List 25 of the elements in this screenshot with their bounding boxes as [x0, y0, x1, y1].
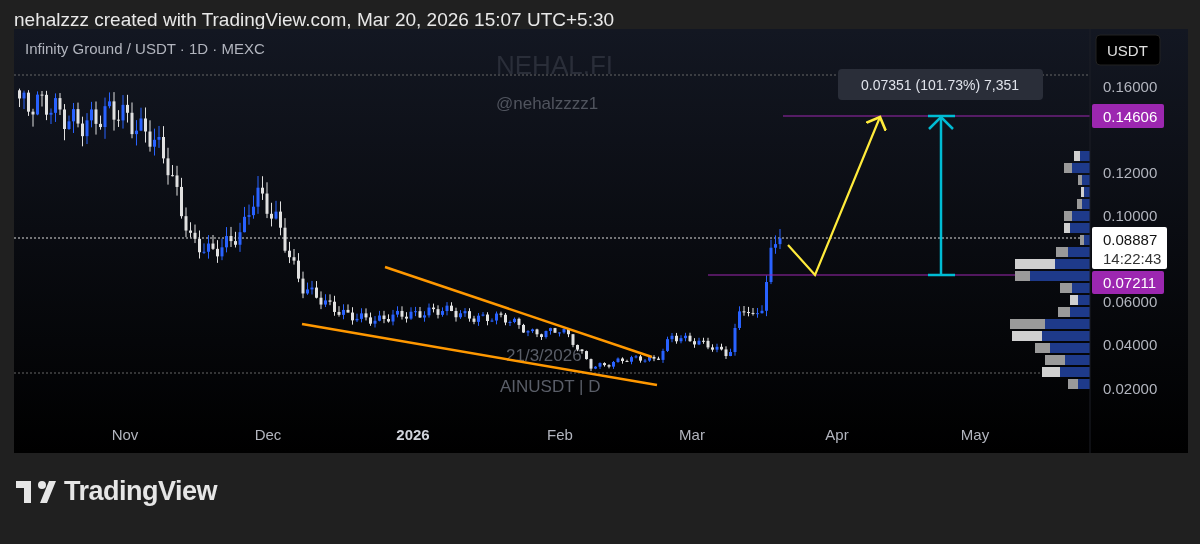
time-tick: Mar — [679, 426, 705, 443]
watermark-text: @nehalzzzz1 — [496, 94, 599, 113]
base-price-label: 0.07211 — [1092, 271, 1164, 294]
time-tick: Dec — [254, 426, 282, 443]
watermark-text: AINUSDT | D — [500, 377, 601, 396]
chart-caption: nehalzzz created with TradingView.com, Mar 20, 2026 15:07 UTC+5:30 — [13, 8, 616, 29]
current-price-label: 0.08887 14:22:43 — [1092, 227, 1167, 269]
price-tick: 0.02000 — [1103, 380, 1158, 397]
target-price-label: 0.14606 — [1092, 104, 1164, 128]
price-tick: 0.06000 — [1103, 293, 1158, 310]
price-tick: 0.16000 — [1103, 78, 1158, 95]
time-tick: 2026 — [396, 426, 430, 443]
time-tick: May — [960, 426, 990, 443]
currency-button[interactable]: USDT — [1095, 34, 1161, 66]
price-tick: 0.10000 — [1103, 207, 1158, 224]
time-tick: Nov — [111, 426, 139, 443]
price-tick: 0.12000 — [1103, 164, 1158, 181]
price-tick: 0.04000 — [1103, 336, 1158, 353]
time-tick: Feb — [547, 426, 573, 443]
measure-tooltip: 0.07351 (101.73%) 7,351 — [838, 69, 1043, 100]
logo-icon — [16, 480, 56, 503]
time-tick: Apr — [825, 426, 849, 443]
brand-name: TradingView — [64, 476, 218, 507]
symbol-title: Infinity Ground / USDT · 1D · MEXC — [25, 40, 265, 57]
watermark-text: 21/3/2026 — [506, 346, 582, 365]
